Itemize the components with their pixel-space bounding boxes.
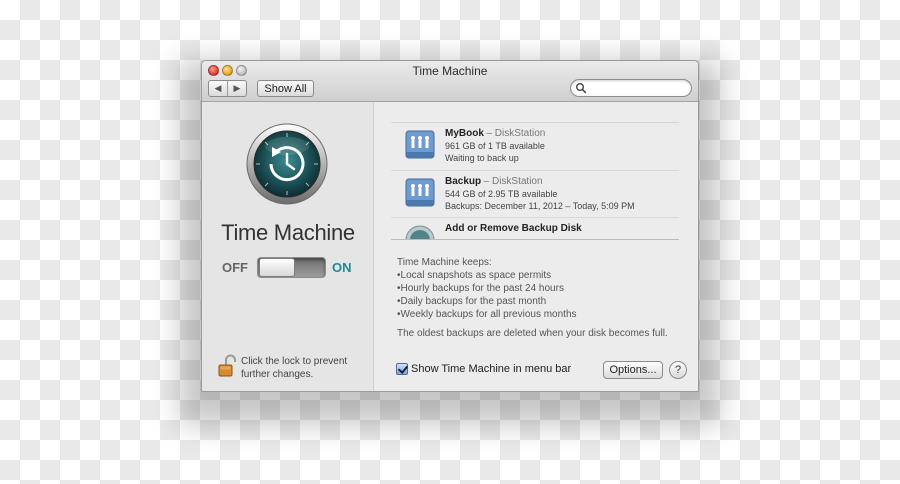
disk-row-mybook[interactable]: MyBook – DiskStation 961 GB of 1 TB avai…	[391, 123, 679, 170]
disk-row-backup[interactable]: Backup – DiskStation 544 GB of 2.95 TB a…	[391, 170, 679, 217]
search-input[interactable]	[589, 81, 687, 95]
disk-info: Backup – DiskStation 544 GB of 2.95 TB a…	[445, 175, 635, 212]
retention-item: Hourly backups for the past 24 hours	[397, 282, 577, 295]
disk-server: – DiskStation	[483, 176, 543, 187]
on-label: ON	[332, 260, 352, 275]
off-label: OFF	[222, 260, 248, 275]
lock-text: Click the lock to prevent further change…	[241, 356, 348, 380]
retention-info: Time Machine keeps: Local snapshots as s…	[397, 256, 577, 321]
retention-footer: The oldest backups are deleted when your…	[397, 328, 668, 339]
search-icon	[576, 83, 587, 94]
disk-status: Backups: December 11, 2012 – Today, 5:09…	[445, 201, 635, 211]
show-in-menu-bar-label[interactable]: Show Time Machine in menu bar	[411, 363, 571, 375]
preferences-window: Time Machine ◀ ▶ Show All Time Machine O…	[201, 60, 699, 392]
on-off-switch[interactable]	[257, 257, 326, 278]
network-drive-icon	[405, 178, 435, 207]
disk-capacity: 544 GB of 2.95 TB available	[445, 189, 558, 199]
forward-button[interactable]: ▶	[228, 81, 246, 96]
disk-name: Backup	[445, 176, 482, 187]
add-remove-disk-row[interactable]: Add or Remove Backup Disk	[391, 217, 679, 239]
left-pane: Time Machine OFF ON Click the lock to pr…	[202, 102, 374, 391]
navigation-control: ◀ ▶	[208, 80, 247, 97]
help-button[interactable]: ?	[669, 361, 687, 379]
disk-capacity: 961 GB of 1 TB available	[445, 141, 545, 151]
disk-info: MyBook – DiskStation 961 GB of 1 TB avai…	[445, 127, 545, 164]
back-button[interactable]: ◀	[209, 81, 228, 96]
switch-knob[interactable]	[259, 258, 295, 277]
search-field[interactable]	[570, 79, 692, 97]
window-title: Time Machine	[412, 64, 488, 78]
network-drive-icon	[405, 130, 435, 159]
retention-heading: Time Machine keeps:	[397, 257, 492, 268]
pane-title: Time Machine	[221, 220, 355, 245]
retention-item: Local snapshots as space permits	[397, 269, 577, 282]
backup-disk-list[interactable]: MyBook – DiskStation 961 GB of 1 TB avai…	[391, 122, 679, 240]
show-all-button[interactable]: Show All	[257, 80, 314, 97]
disk-server: – DiskStation	[486, 128, 546, 139]
title-bar: Time Machine ◀ ▶ Show All	[202, 61, 698, 102]
disk-name: MyBook	[445, 128, 484, 139]
show-in-menu-bar-checkbox[interactable]	[396, 363, 408, 375]
retention-item: Daily backups for the past month	[397, 295, 577, 308]
right-pane: MyBook – DiskStation 961 GB of 1 TB avai…	[375, 102, 698, 391]
lock-icon[interactable]	[218, 354, 236, 378]
time-machine-icon	[246, 123, 328, 205]
retention-list: Local snapshots as space permits Hourly …	[397, 269, 577, 321]
show-in-menu-bar-option[interactable]: Show Time Machine in menu bar	[396, 363, 571, 375]
options-button[interactable]: Options...	[603, 361, 663, 379]
disk-info: Add or Remove Backup Disk	[445, 222, 582, 235]
add-remove-label: Add or Remove Backup Disk	[445, 223, 582, 234]
retention-item: Weekly backups for all previous months	[397, 308, 577, 321]
time-machine-small-icon	[405, 225, 435, 239]
disk-status: Waiting to back up	[445, 153, 519, 163]
